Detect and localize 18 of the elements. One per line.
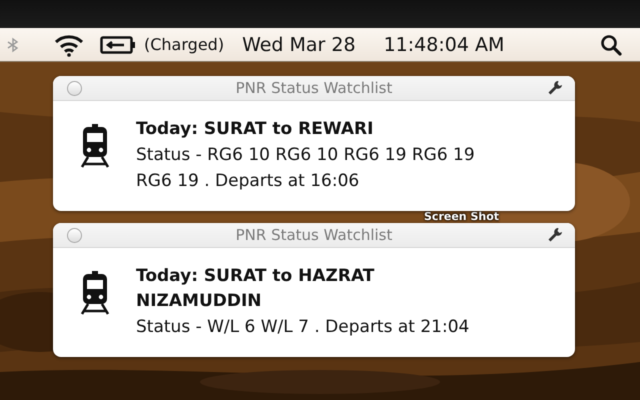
desktop-icon-label[interactable]: Screen Shot [424,211,500,223]
notification-message: Status - W/L 6 W/L 7 . Departs at 21:04 [136,316,470,339]
train-icon [79,123,111,169]
notification-app-name: PNR Status Watchlist [234,79,394,97]
bluetooth-icon[interactable] [5,36,21,52]
wrench-icon[interactable] [547,80,563,96]
battery-icon[interactable] [100,34,136,54]
train-icon [79,270,111,316]
wifi-icon[interactable] [54,32,84,56]
battery-status: (Charged) [144,35,224,54]
wrench-icon[interactable] [547,227,563,243]
search-icon[interactable] [600,34,622,56]
menu-bar-date: Wed Mar 28 [242,34,356,56]
notification-title: Today: SURAT to REWARI [136,118,374,141]
notification-title: Today: SURAT to HAZRAT NIZAMUDDIN [136,265,376,313]
menu-bar-clock[interactable]: 11:48:04 AM [384,34,504,56]
notification-app-name: PNR Status Watchlist [234,226,394,244]
notification-message: Status - RG6 10 RG6 10 RG6 19 RG6 19 RG6 19 . Departs at 16:06 [136,144,476,193]
